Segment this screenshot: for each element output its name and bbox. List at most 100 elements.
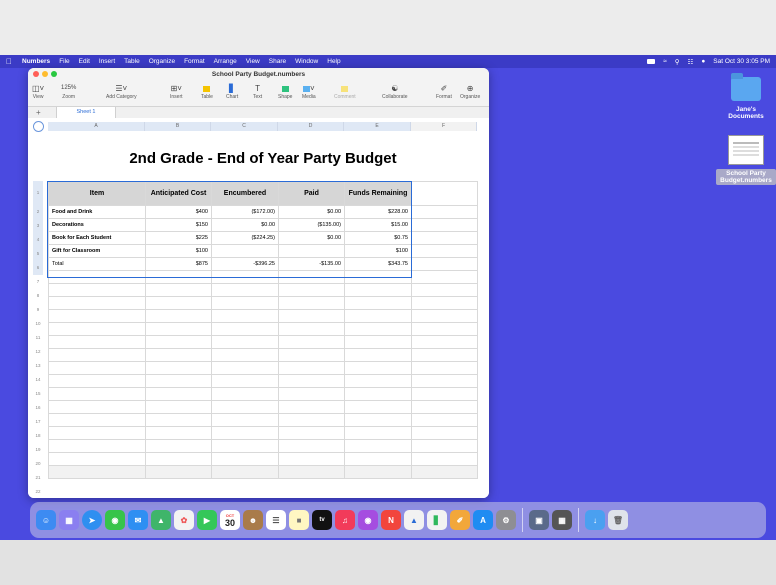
empty-cell[interactable] <box>411 374 478 388</box>
empty-cell[interactable] <box>344 426 412 440</box>
menu-share[interactable]: Share <box>269 58 286 65</box>
row-header[interactable]: 21 <box>33 471 43 485</box>
table-cell[interactable]: $150 <box>145 218 212 232</box>
zoom-button[interactable]: 125% Zoom <box>61 83 76 100</box>
empty-cell[interactable] <box>48 361 146 375</box>
menu-insert[interactable]: Insert <box>99 58 115 65</box>
empty-cell[interactable] <box>411 322 478 336</box>
empty-cell[interactable] <box>411 257 478 271</box>
clock[interactable]: Sat Oct 30 3:05 PM <box>713 58 770 65</box>
empty-cell[interactable] <box>344 452 412 466</box>
empty-cell[interactable] <box>411 181 478 206</box>
table-button[interactable]: Table <box>201 83 213 100</box>
empty-cell[interactable] <box>278 387 345 401</box>
empty-cell[interactable] <box>278 309 345 323</box>
empty-cell[interactable] <box>48 400 146 414</box>
table-cell[interactable]: ($172.00) <box>211 205 279 219</box>
reminders-icon[interactable]: ☰ <box>266 510 286 530</box>
desktop-file[interactable]: School Party Budget.numbers <box>716 135 776 185</box>
collaborate-button[interactable]: ☯ Collaborate <box>382 83 408 100</box>
empty-cell[interactable] <box>344 400 412 414</box>
empty-cell[interactable] <box>278 322 345 336</box>
table-cell[interactable]: $225 <box>145 231 212 245</box>
empty-cell[interactable] <box>344 374 412 388</box>
system-preferences-icon[interactable]: ⚙ <box>496 510 516 530</box>
podcasts-icon[interactable]: ◉ <box>358 510 378 530</box>
row-header[interactable]: 9 <box>33 303 43 317</box>
empty-cell[interactable] <box>48 465 146 479</box>
row-header[interactable]: 4 <box>33 233 43 247</box>
tv-icon[interactable]: tv <box>312 510 332 530</box>
empty-cell[interactable] <box>48 348 146 362</box>
empty-cell[interactable] <box>145 270 212 284</box>
empty-cell[interactable] <box>344 309 412 323</box>
table-cell[interactable] <box>211 244 279 258</box>
empty-cell[interactable] <box>278 335 345 349</box>
sheet-canvas[interactable]: A B C D E F 1 2 3 4 5 6 7 8 9 10 11 12 1… <box>28 118 489 498</box>
spotlight-icon[interactable]: ⚲ <box>675 58 680 66</box>
table-cell[interactable]: $0.00 <box>211 218 279 232</box>
table-cell[interactable]: -$135.00 <box>278 257 345 271</box>
facetime-icon[interactable]: ▶ <box>197 510 217 530</box>
empty-cell[interactable] <box>278 348 345 362</box>
empty-cell[interactable] <box>48 413 146 427</box>
close-button[interactable] <box>33 71 39 77</box>
zoom-window-button[interactable] <box>51 71 57 77</box>
empty-cell[interactable] <box>211 374 279 388</box>
table-cell[interactable]: ($224.25) <box>211 231 279 245</box>
comment-button[interactable]: Comment <box>334 83 356 100</box>
empty-cell[interactable] <box>211 283 279 297</box>
row-header[interactable]: 3 <box>33 219 43 233</box>
budget-table[interactable]: Item Anticipated Cost Encumbered Paid Fu… <box>48 181 478 479</box>
empty-cell[interactable] <box>145 348 212 362</box>
empty-cell[interactable] <box>278 374 345 388</box>
empty-cell[interactable] <box>211 335 279 349</box>
column-header-a[interactable]: A <box>48 122 145 131</box>
table-cell[interactable]: Food and Drink <box>48 205 146 219</box>
downloads-folder-icon[interactable]: ↓ <box>585 510 605 530</box>
column-header-d[interactable]: D <box>278 122 344 131</box>
row-header[interactable]: 1 <box>33 181 43 205</box>
table-cell[interactable] <box>278 244 345 258</box>
contacts-icon[interactable]: ☻ <box>243 510 263 530</box>
menu-numbers[interactable]: Numbers <box>22 58 50 65</box>
menu-format[interactable]: Format <box>184 58 205 65</box>
empty-cell[interactable] <box>411 426 478 440</box>
row-header[interactable]: 18 <box>33 429 43 443</box>
tab-sheet-1[interactable]: Sheet 1 <box>56 107 116 118</box>
empty-cell[interactable] <box>48 283 146 297</box>
empty-cell[interactable] <box>211 426 279 440</box>
empty-cell[interactable] <box>344 283 412 297</box>
empty-cell[interactable] <box>145 335 212 349</box>
photos-icon[interactable]: ✿ <box>174 510 194 530</box>
row-header[interactable]: 22 <box>33 485 43 498</box>
empty-cell[interactable] <box>211 413 279 427</box>
empty-cell[interactable] <box>344 322 412 336</box>
table-cell[interactable]: $0.75 <box>344 231 412 245</box>
table-cell[interactable]: Book for Each Student <box>48 231 146 245</box>
chart-button[interactable]: ▋ Chart <box>226 83 238 100</box>
empty-cell[interactable] <box>211 439 279 453</box>
empty-cell[interactable] <box>278 413 345 427</box>
empty-cell[interactable] <box>344 348 412 362</box>
row-header[interactable]: 15 <box>33 387 43 401</box>
news-icon[interactable]: N <box>381 510 401 530</box>
empty-cell[interactable] <box>411 400 478 414</box>
empty-cell[interactable] <box>278 283 345 297</box>
mail-icon[interactable]: ✉ <box>128 510 148 530</box>
sheet-title[interactable]: 2nd Grade - End of Year Party Budget <box>88 150 438 167</box>
column-header-f[interactable]: F <box>411 122 477 131</box>
empty-cell[interactable] <box>411 309 478 323</box>
empty-cell[interactable] <box>145 296 212 310</box>
keynote-icon[interactable]: ▲ <box>404 510 424 530</box>
table-cell[interactable]: ($135.00) <box>278 218 345 232</box>
empty-cell[interactable] <box>278 400 345 414</box>
pages-icon[interactable]: ✐ <box>450 510 470 530</box>
empty-cell[interactable] <box>145 387 212 401</box>
row-header[interactable]: 11 <box>33 331 43 345</box>
empty-cell[interactable] <box>48 387 146 401</box>
empty-cell[interactable] <box>411 439 478 453</box>
empty-cell[interactable] <box>211 400 279 414</box>
media-button[interactable]: ˅ Media <box>302 83 316 100</box>
finder-icon[interactable]: ☺ <box>36 510 56 530</box>
